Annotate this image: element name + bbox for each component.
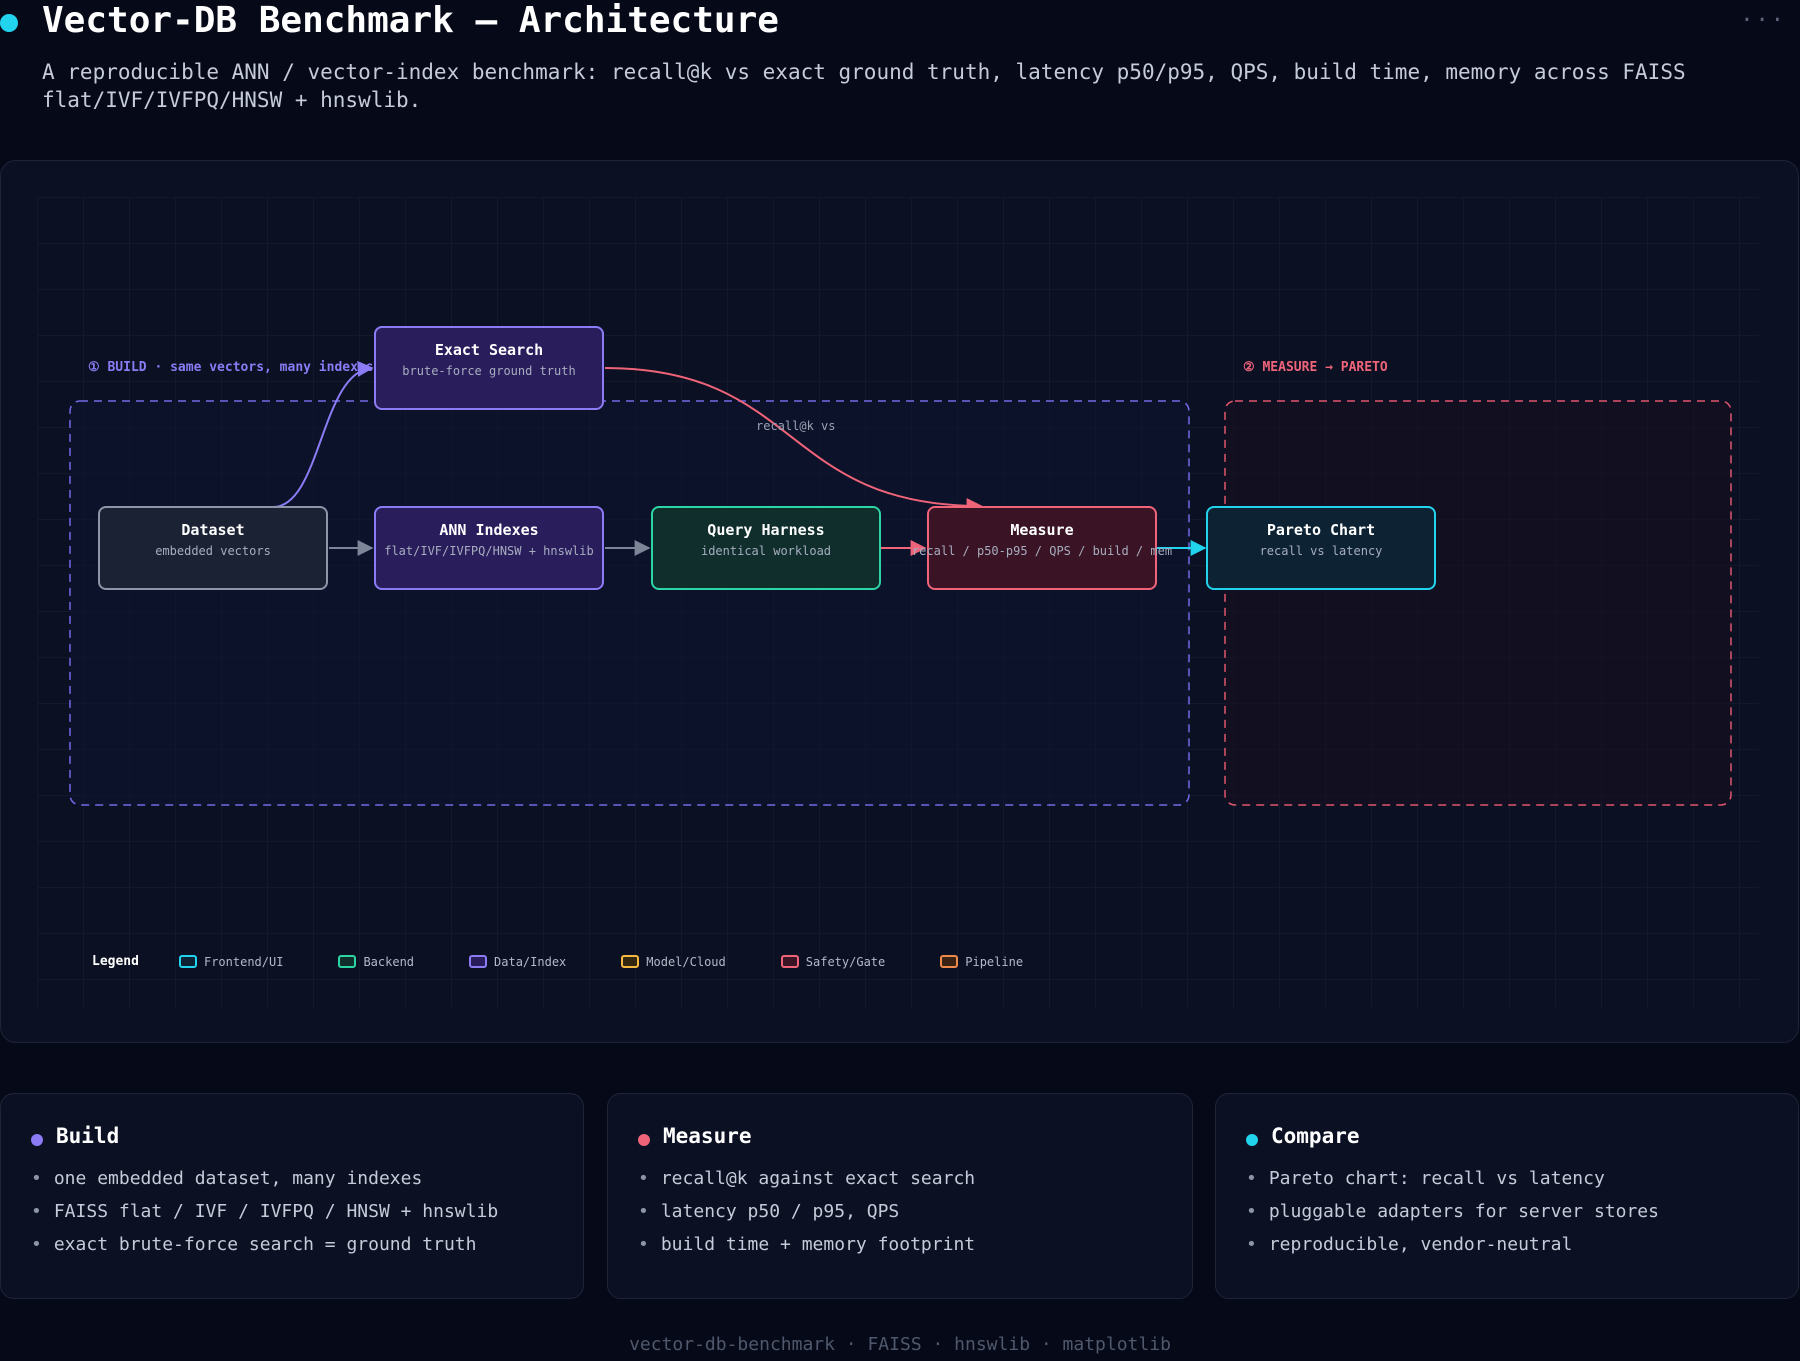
card-dot	[31, 1134, 43, 1146]
edge-label-recall: recall@k vs	[756, 419, 836, 433]
node-query-harness[interactable]: Query Harness identical workload	[651, 506, 881, 590]
legend-label: Safety/Gate	[805, 954, 886, 969]
more-options-icon[interactable]: ···	[1740, 8, 1786, 33]
node-title: ANN Indexes	[439, 521, 539, 539]
node-ann-indexes[interactable]: ANN Indexes flat/IVF/IVFPQ/HNSW + hnswli…	[374, 506, 604, 590]
legend-swatch	[940, 955, 959, 968]
node-exact-search[interactable]: Exact Search brute-force ground truth	[374, 326, 604, 410]
legend-swatch	[780, 955, 799, 968]
node-title: Dataset	[181, 521, 245, 539]
card-measure: Measure recall@k against exact search la…	[607, 1093, 1193, 1299]
card-list: Pareto chart: recall vs latency pluggabl…	[1246, 1162, 1659, 1261]
node-title: Measure	[1010, 521, 1074, 539]
node-dataset[interactable]: Dataset embedded vectors	[98, 506, 328, 590]
card-title: Compare	[1271, 1124, 1360, 1148]
legend-swatch	[178, 955, 197, 968]
diagram-panel: ① BUILD · same vectors, many indexes ② M…	[0, 160, 1799, 1043]
node-title: Exact Search	[434, 341, 544, 359]
node-subtitle: brute-force ground truth	[402, 364, 576, 378]
diagram-edges	[69, 360, 1732, 806]
card-title: Build	[56, 1124, 120, 1148]
node-measure[interactable]: Measure recall / p50-p95 / QPS / build /…	[912, 506, 1172, 590]
legend-item-pipeline: Pipeline	[940, 955, 1023, 969]
card-dot	[1246, 1134, 1258, 1146]
card-dot	[638, 1134, 650, 1146]
list-item: pluggable adapters for server stores	[1246, 1195, 1659, 1228]
legend-label: Pipeline	[965, 954, 1024, 969]
node-subtitle: identical workload	[700, 544, 832, 558]
card-list: recall@k against exact search latency p5…	[638, 1162, 975, 1261]
node-title: Query Harness	[707, 521, 825, 539]
legend-swatch	[338, 955, 357, 968]
page-subtitle: A reproducible ANN / vector-index benchm…	[42, 60, 1686, 112]
legend-item-data-index: Data/Index	[469, 955, 566, 969]
legend-swatch	[621, 955, 640, 968]
footer: vector-db-benchmark · FAISS · hnswlib · …	[629, 1334, 1171, 1355]
legend: Legend Frontend/UI Backend Data/Index Mo…	[92, 954, 1078, 969]
node-subtitle: embedded vectors	[155, 544, 271, 558]
legend-title: Legend	[92, 954, 139, 969]
legend-label: Model/Cloud	[646, 954, 726, 969]
card-list: one embedded dataset, many indexes FAISS…	[31, 1162, 498, 1261]
list-item: reproducible, vendor-neutral	[1246, 1228, 1659, 1261]
legend-swatch	[469, 955, 488, 968]
title-dot	[0, 14, 18, 32]
page-title: Vector-DB Benchmark — Architecture	[42, 0, 779, 41]
node-subtitle: flat/IVF/IVFPQ/HNSW + hnswlib	[384, 544, 594, 558]
legend-item-model-cloud: Model/Cloud	[621, 954, 726, 969]
list-item: Pareto chart: recall vs latency	[1246, 1162, 1659, 1195]
list-item: FAISS flat / IVF / IVFPQ / HNSW + hnswli…	[31, 1195, 498, 1228]
node-title: Pareto Chart	[1266, 521, 1376, 539]
legend-item-frontend: Frontend/UI	[178, 954, 284, 969]
legend-label: Frontend/UI	[203, 954, 284, 969]
list-item: exact brute-force search = ground truth	[31, 1228, 498, 1261]
group-build-box	[69, 400, 1190, 806]
list-item: recall@k against exact search	[638, 1162, 975, 1195]
node-subtitle: recall / p50-p95 / QPS / build / mem	[911, 544, 1173, 558]
group-measure-label: ② MEASURE → PARETO	[1243, 360, 1388, 375]
legend-label: Backend	[363, 954, 415, 969]
node-subtitle: recall vs latency	[1259, 544, 1383, 558]
card-build: Build one embedded dataset, many indexes…	[0, 1093, 584, 1299]
list-item: one embedded dataset, many indexes	[31, 1162, 498, 1195]
card-compare: Compare Pareto chart: recall vs latency …	[1215, 1093, 1799, 1299]
legend-item-backend: Backend	[338, 955, 414, 969]
legend-item-safety-gate: Safety/Gate	[780, 954, 886, 969]
group-measure-box	[1224, 400, 1732, 806]
list-item: latency p50 / p95, QPS	[638, 1195, 975, 1228]
list-item: build time + memory footprint	[638, 1228, 975, 1261]
card-title: Measure	[663, 1124, 752, 1148]
legend-label: Data/Index	[494, 954, 567, 969]
group-build-label: ① BUILD · same vectors, many indexes	[88, 360, 374, 375]
node-pareto-chart[interactable]: Pareto Chart recall vs latency	[1206, 506, 1436, 590]
